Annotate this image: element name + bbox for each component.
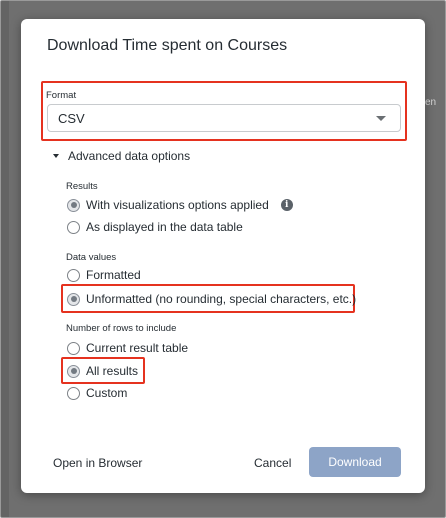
background-peek-text: en [425,97,437,108]
download-button[interactable]: Download [309,447,401,477]
advanced-options-toggle[interactable]: Advanced data options [53,149,190,163]
results-label: Results [66,181,98,192]
radio-label: All results [86,364,139,378]
rows-label: Number of rows to include [66,323,177,334]
radio-with-visualizations[interactable]: With visualizations options applied i [67,198,293,212]
radio-button[interactable] [67,386,80,400]
data-values-label: Data values [66,252,117,263]
radio-custom[interactable]: Custom [67,386,127,400]
chevron-down-icon [376,116,386,121]
open-in-browser-link[interactable]: Open in Browser [53,456,142,470]
format-select-value: CSV [58,111,85,126]
radio-button[interactable] [67,292,80,306]
radio-formatted[interactable]: Formatted [67,268,141,282]
radio-label: As displayed in the data table [86,220,243,234]
cancel-button[interactable]: Cancel [254,456,291,470]
screenshot-frame: en Download Time spent on Courses Format… [0,0,446,518]
radio-all-results[interactable]: All results [67,364,138,378]
radio-label: Unformatted (no rounding, special charac… [86,292,357,306]
download-dialog: Download Time spent on Courses Format CS… [21,19,425,493]
radio-label: Custom [86,386,128,400]
radio-as-displayed[interactable]: As displayed in the data table [67,220,243,234]
radio-button[interactable] [67,220,80,234]
advanced-options-label: Advanced data options [68,149,191,163]
radio-button[interactable] [67,341,80,355]
radio-label: Current result table [86,341,189,355]
radio-label: With visualizations options applied [86,198,269,212]
format-select[interactable]: CSV [47,104,401,132]
backdrop [1,1,9,517]
radio-button[interactable] [67,268,80,282]
caret-down-icon [53,154,59,158]
radio-label: Formatted [86,268,141,282]
radio-button[interactable] [67,198,80,212]
info-icon[interactable]: i [280,199,293,211]
radio-current-result-table[interactable]: Current result table [67,341,188,355]
format-label: Format [46,90,77,101]
dialog-title: Download Time spent on Courses [47,37,288,54]
radio-unformatted[interactable]: Unformatted (no rounding, special charac… [67,292,356,306]
radio-button[interactable] [67,364,80,378]
